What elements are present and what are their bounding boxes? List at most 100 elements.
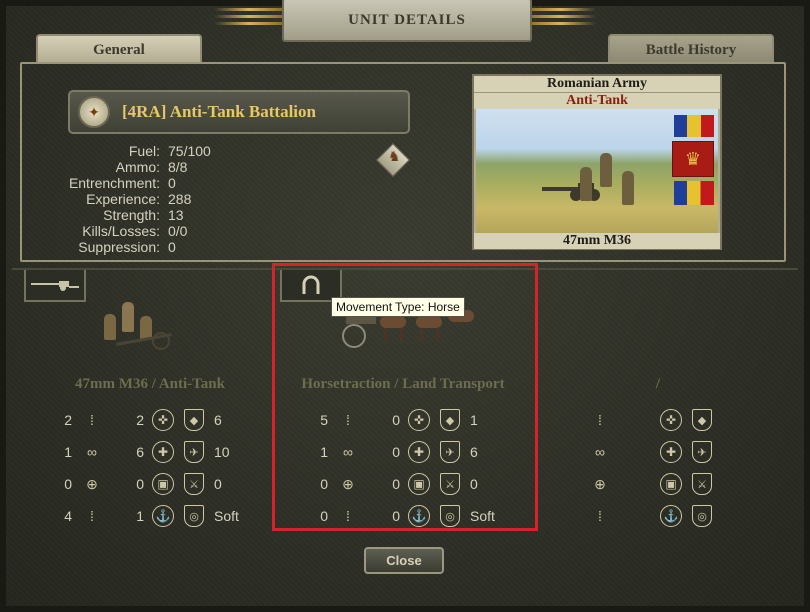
card-equipment-name: 47mm M36 xyxy=(474,233,720,249)
stat-value: 13 xyxy=(168,207,184,223)
stats-row: 2 ⁞ 2 ✜ ◆ 6 xyxy=(40,404,256,436)
stat-cell: ✈ 10 xyxy=(184,441,256,463)
stat-value: 2 xyxy=(136,412,144,428)
stat-row-kills-losses: Kills/Losses: 0/0 xyxy=(40,223,211,239)
stat-cell: ⁞ xyxy=(548,504,620,528)
anti-tank-gun-picture xyxy=(542,179,606,201)
stat-value: 75/100 xyxy=(168,143,211,159)
hard-target-icon: ▣ xyxy=(660,473,682,495)
infantry-target-icon: ✜ xyxy=(408,409,430,431)
stat-cell: 0 ✜ xyxy=(368,409,440,431)
rank-badge-icon: ✦ xyxy=(78,96,110,128)
stat-cell: 0 ⊕ xyxy=(296,472,368,496)
stat-value: 0 xyxy=(392,508,400,524)
stats-row: 0 ⊕ 0 ▣ ⚔ 0 xyxy=(296,468,512,500)
target-type-icon: ◎ xyxy=(440,505,460,527)
stat-cell: ⚔ 0 xyxy=(440,473,512,495)
stat-value: 0 xyxy=(320,508,328,524)
stats-row: ⊕ ▣ ⚔ xyxy=(548,468,764,500)
ammo-icon: ⁞ xyxy=(90,508,94,524)
stat-cell: 1 ⚓ xyxy=(112,505,184,527)
stat-cell: 0 ⊕ xyxy=(40,472,112,496)
close-button[interactable]: Close xyxy=(364,547,444,574)
stat-cell: ◆ xyxy=(692,409,764,431)
card-army: Romanian Army xyxy=(474,76,720,92)
stat-row-entrenchment: Entrenchment: 0 xyxy=(40,175,211,191)
stat-cell: 0 ▣ xyxy=(112,473,184,495)
stat-cell: ◆ 6 xyxy=(184,409,256,431)
stat-cell: 2 ✜ xyxy=(112,409,184,431)
stat-cell: 1 ∞ xyxy=(40,440,112,464)
stat-value: 0/0 xyxy=(168,223,188,239)
stat-value: 2 xyxy=(64,412,72,428)
stat-cell: ◆ 1 xyxy=(440,409,512,431)
coat-of-arms-icon: ♛ xyxy=(672,141,714,177)
soft-target-icon: ✚ xyxy=(408,441,430,463)
crosshair-icon: ⊕ xyxy=(594,475,606,492)
stats-row: 4 ⁞ 1 ⚓ ◎ Soft xyxy=(40,500,256,532)
binoculars-icon: ∞ xyxy=(87,444,97,460)
stat-cell: 0 ⚓ xyxy=(368,505,440,527)
stat-value: 5 xyxy=(320,412,328,428)
wing-ornament-left-icon xyxy=(214,4,284,32)
target-type-icon: ◎ xyxy=(184,505,204,527)
binoculars-icon: ∞ xyxy=(595,444,605,460)
stat-value: 1 xyxy=(320,444,328,460)
stat-row-fuel: Fuel: 75/100 xyxy=(40,143,211,159)
footprints-icon: ⁞ xyxy=(598,412,602,428)
stats-row: 0 ⁞ 0 ⚓ ◎ Soft xyxy=(296,500,512,532)
armor-shield-icon: ◆ xyxy=(184,409,204,431)
stat-cell: 4 ⁞ xyxy=(40,504,112,528)
stats-row: ⁞ ✜ ◆ xyxy=(548,404,764,436)
royal-standard-icon xyxy=(674,181,714,205)
stat-value: 8/8 xyxy=(168,159,188,175)
stat-cell: ✜ xyxy=(620,409,692,431)
stats-row: 1 ∞ 0 ✚ ✈ 6 xyxy=(296,436,512,468)
unit-name-plate: ✦ [4RA] Anti-Tank Battalion xyxy=(68,90,410,134)
footprints-icon: ⁞ xyxy=(90,412,94,428)
stats-row: 0 ⊕ 0 ▣ ⚔ 0 xyxy=(40,468,256,500)
stat-label: Entrenchment: xyxy=(68,175,160,191)
stats-row: ⁞ ⚓ ◎ xyxy=(548,500,764,532)
slot-title-empty: / xyxy=(655,376,661,392)
tab-general[interactable]: General xyxy=(36,34,202,64)
stats-row: ∞ ✚ ✈ xyxy=(548,436,764,468)
soft-target-icon: ✚ xyxy=(152,441,174,463)
crosshair-icon: ⊕ xyxy=(342,475,354,492)
stat-cell: 0 ✚ xyxy=(368,441,440,463)
stat-cell: ⚔ xyxy=(692,473,764,495)
stat-cell: ◎ xyxy=(692,505,764,527)
unit-card: Romanian Army Anti-Tank ♛ 47mm M36 xyxy=(472,74,722,250)
soft-target-icon: ✚ xyxy=(660,441,682,463)
stat-cell: 0 ▣ xyxy=(368,473,440,495)
tab-battle-history[interactable]: Battle History xyxy=(608,34,774,64)
stat-cell: ∞ xyxy=(548,440,620,464)
ammo-icon: ⁞ xyxy=(598,508,602,524)
infantry-target-icon: ✜ xyxy=(152,409,174,431)
primary-stats-grid: 2 ⁞ 2 ✜ ◆ 6 1 ∞ 6 ✚ ✈ 10 0 ⊕ 0 ▣ ⚔ 0 4 ⁞ 1 ⚓ ◎ Soft xyxy=(40,404,256,532)
stat-value: 0 xyxy=(168,175,176,191)
stat-cell: ⚓ xyxy=(620,505,692,527)
naval-target-icon: ⚓ xyxy=(152,505,174,527)
romania-flag-icon xyxy=(674,115,714,137)
stat-cell: ⁞ xyxy=(548,408,620,432)
target-type-icon: ◎ xyxy=(692,505,712,527)
close-defense-shield-icon: ⚔ xyxy=(184,473,204,495)
stat-row-experience: Experience: 288 xyxy=(40,191,211,207)
stat-value: 6 xyxy=(136,444,144,460)
stat-cell: ✚ xyxy=(620,441,692,463)
slot-title-primary: 47mm M36 / Anti-Tank xyxy=(75,376,225,392)
empty-stats-grid: ⁞ ✜ ◆ ∞ ✚ ✈ ⊕ ▣ ⚔ ⁞ ⚓ ◎ xyxy=(548,404,764,532)
stat-label: Ammo: xyxy=(115,159,160,175)
stat-value: 1 xyxy=(64,444,72,460)
stat-value: 4 xyxy=(64,508,72,524)
anti-tank-gun-slot-icon[interactable] xyxy=(24,270,86,302)
stat-value: 0 xyxy=(320,476,328,492)
stat-label: Strength: xyxy=(103,207,160,223)
stat-value: 0 xyxy=(136,476,144,492)
stat-value: 0 xyxy=(64,476,72,492)
stat-cell: ✈ xyxy=(692,441,764,463)
stat-value: 1 xyxy=(470,412,478,428)
stat-cell: ⚔ 0 xyxy=(184,473,256,495)
stat-cell: ✈ 6 xyxy=(440,441,512,463)
